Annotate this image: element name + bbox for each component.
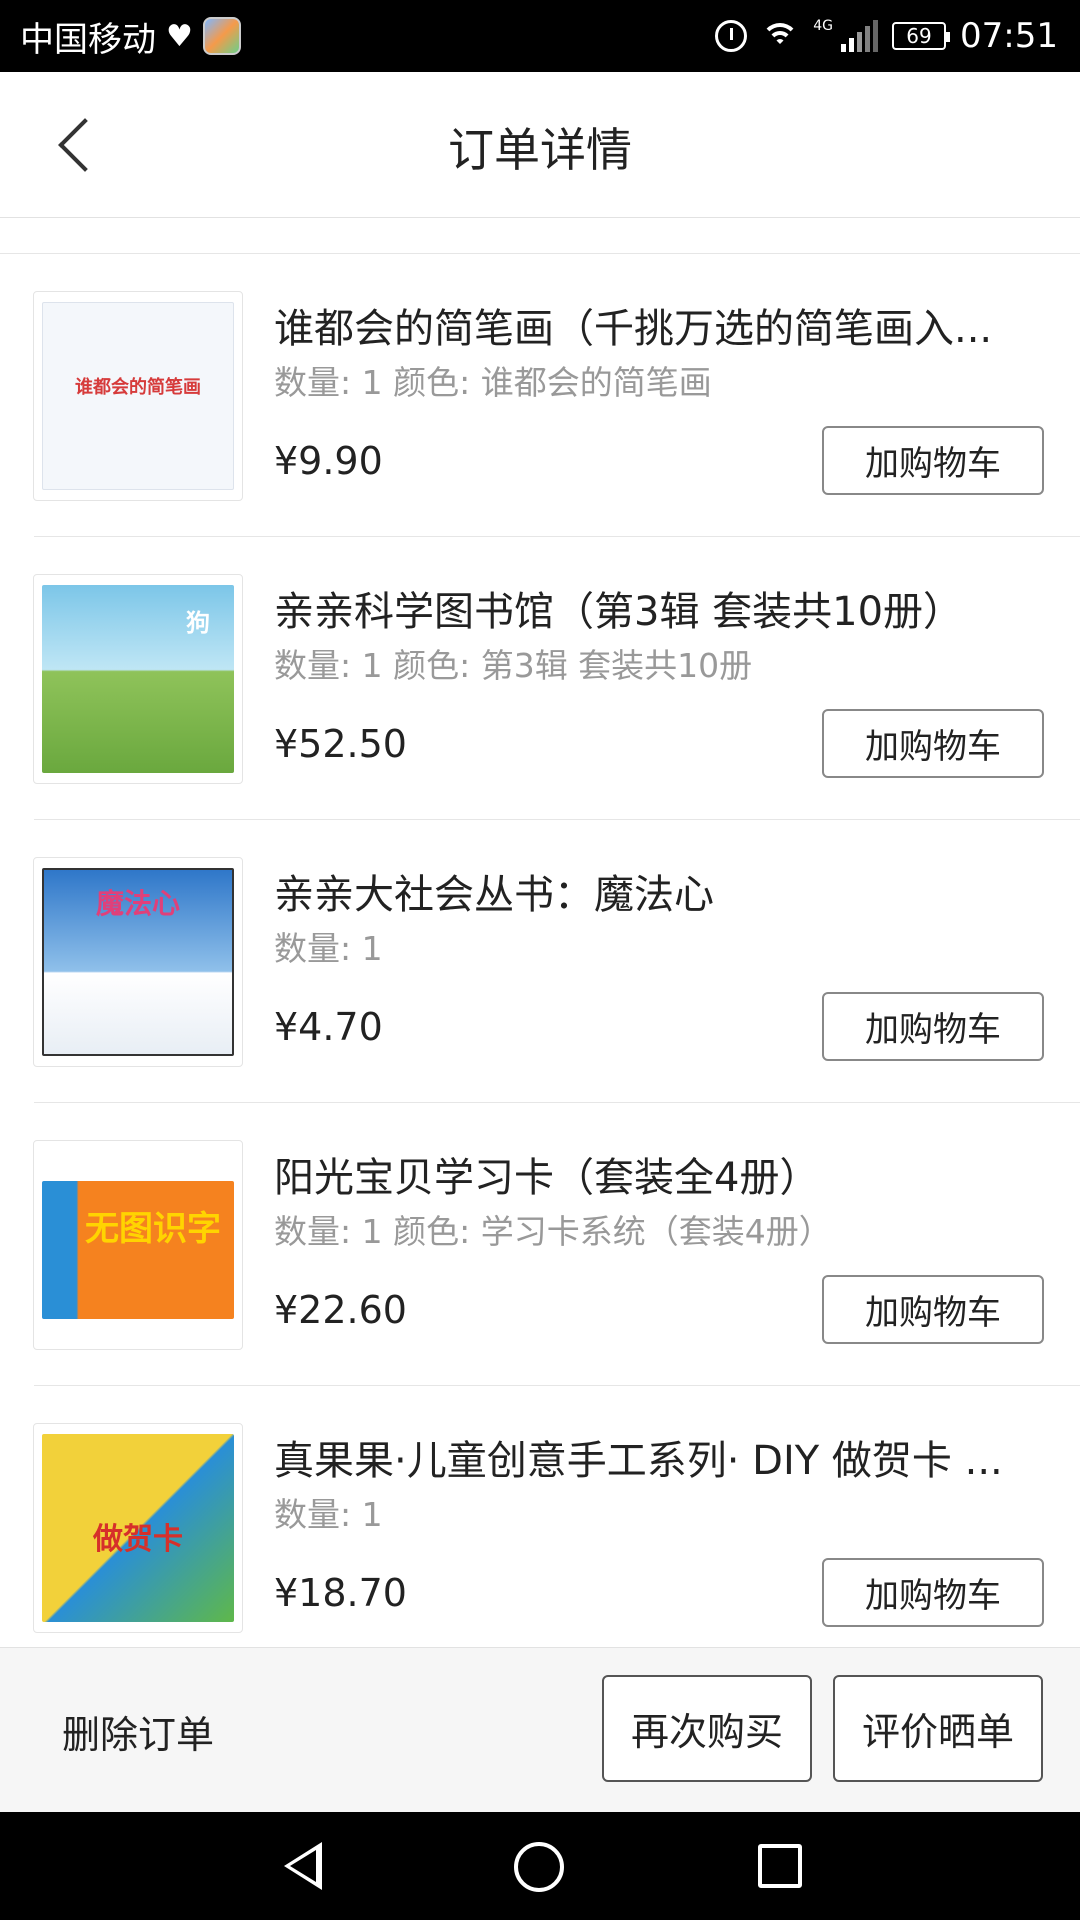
product-price: ¥4.70 — [274, 1005, 383, 1049]
product-image[interactable]: 做贺卡 — [33, 1423, 243, 1633]
cover-title: 谁都会的简笔画 — [75, 377, 201, 398]
add-to-cart-button[interactable]: 加购物车 — [822, 426, 1044, 495]
nav-back-icon[interactable] — [274, 1842, 322, 1890]
product-cover: 无图识字 — [42, 1181, 234, 1319]
status-bar: 中国移动 ♥ 4G 69 07:51 — [0, 0, 1080, 72]
alarm-icon — [715, 20, 748, 52]
product-price: ¥18.70 — [274, 1571, 407, 1615]
product-meta: 数量: 1 — [274, 1495, 383, 1534]
order-item[interactable]: 魔法心 亲亲大社会丛书：魔法心 数量: 1 ¥4.70 加购物车 — [0, 820, 1080, 1103]
network-type: 4G — [813, 18, 834, 34]
product-meta: 数量: 1 颜色: 第3辑 套装共10册 — [274, 646, 753, 685]
product-cover: 谁都会的简笔画 — [42, 302, 234, 490]
product-cover: 狗 — [42, 585, 234, 773]
order-item[interactable]: 谁都会的简笔画 谁都会的简笔画（千挑万选的简笔画入... 数量: 1 颜色: 谁… — [0, 254, 1080, 537]
clock: 07:51 — [960, 16, 1058, 56]
product-title[interactable]: 真果果·儿童创意手工系列· DIY 做贺卡 ... — [274, 1428, 1034, 1486]
product-cover: 做贺卡 — [42, 1434, 234, 1622]
order-item[interactable]: 无图识字 阳光宝贝学习卡（套装全4册） 数量: 1 颜色: 学习卡系统（套装4册… — [0, 1103, 1080, 1386]
product-title[interactable]: 阳光宝贝学习卡（套装全4册） — [274, 1145, 1034, 1203]
product-meta: 数量: 1 颜色: 谁都会的简笔画 — [274, 363, 712, 402]
order-item-list[interactable]: 谁都会的简笔画 谁都会的简笔画（千挑万选的简笔画入... 数量: 1 颜色: 谁… — [0, 254, 1080, 1647]
app-notification-icon — [202, 17, 241, 55]
add-to-cart-button[interactable]: 加购物车 — [822, 1275, 1044, 1344]
system-nav-bar — [0, 1812, 1080, 1920]
product-image[interactable]: 无图识字 — [33, 1140, 243, 1350]
status-right: 4G 69 07:51 — [715, 14, 1058, 58]
signal-icon — [841, 20, 879, 52]
product-image[interactable]: 狗 — [33, 574, 243, 784]
order-action-bar: 删除订单 再次购买 评价晒单 — [0, 1647, 1080, 1812]
header: 订单详情 — [0, 72, 1080, 218]
battery-icon: 69 — [892, 22, 951, 50]
add-to-cart-button[interactable]: 加购物车 — [822, 992, 1044, 1061]
order-item[interactable]: 狗 亲亲科学图书馆（第3辑 套装共10册） 数量: 1 颜色: 第3辑 套装共1… — [0, 537, 1080, 820]
product-title[interactable]: 谁都会的简笔画（千挑万选的简笔画入... — [274, 296, 1034, 354]
product-title[interactable]: 亲亲大社会丛书：魔法心 — [274, 862, 1034, 920]
product-image[interactable]: 谁都会的简笔画 — [33, 291, 243, 501]
product-image[interactable]: 魔法心 — [33, 857, 243, 1067]
wifi-icon — [761, 21, 800, 51]
add-to-cart-button[interactable]: 加购物车 — [822, 1558, 1044, 1627]
product-meta: 数量: 1 颜色: 学习卡系统（套装4册） — [274, 1212, 832, 1251]
order-item[interactable]: 做贺卡 真果果·儿童创意手工系列· DIY 做贺卡 ... 数量: 1 ¥18.… — [0, 1386, 1080, 1647]
review-button[interactable]: 评价晒单 — [833, 1675, 1043, 1782]
status-left: 中国移动 ♥ — [20, 14, 241, 60]
carrier-label: 中国移动 — [20, 19, 156, 60]
page-title: 订单详情 — [448, 123, 632, 177]
cover-title: 魔法心 — [95, 887, 180, 920]
product-cover: 魔法心 — [42, 868, 234, 1056]
section-divider — [0, 219, 1080, 254]
rebuy-button[interactable]: 再次购买 — [602, 1675, 812, 1782]
nav-recent-apps-icon[interactable] — [758, 1844, 802, 1888]
cover-title: 无图识字 — [85, 1209, 221, 1249]
delete-order-button[interactable]: 删除订单 — [62, 1704, 214, 1759]
cover-title: 做贺卡 — [93, 1522, 183, 1557]
heart-icon: ♥ — [166, 18, 193, 54]
cover-title: 狗 — [186, 609, 210, 637]
nav-home-icon[interactable] — [514, 1842, 564, 1892]
add-to-cart-button[interactable]: 加购物车 — [822, 709, 1044, 778]
product-price: ¥9.90 — [274, 439, 383, 483]
product-price: ¥52.50 — [274, 722, 407, 766]
product-title[interactable]: 亲亲科学图书馆（第3辑 套装共10册） — [274, 579, 1034, 637]
product-meta: 数量: 1 — [274, 929, 383, 968]
product-price: ¥22.60 — [274, 1288, 407, 1332]
